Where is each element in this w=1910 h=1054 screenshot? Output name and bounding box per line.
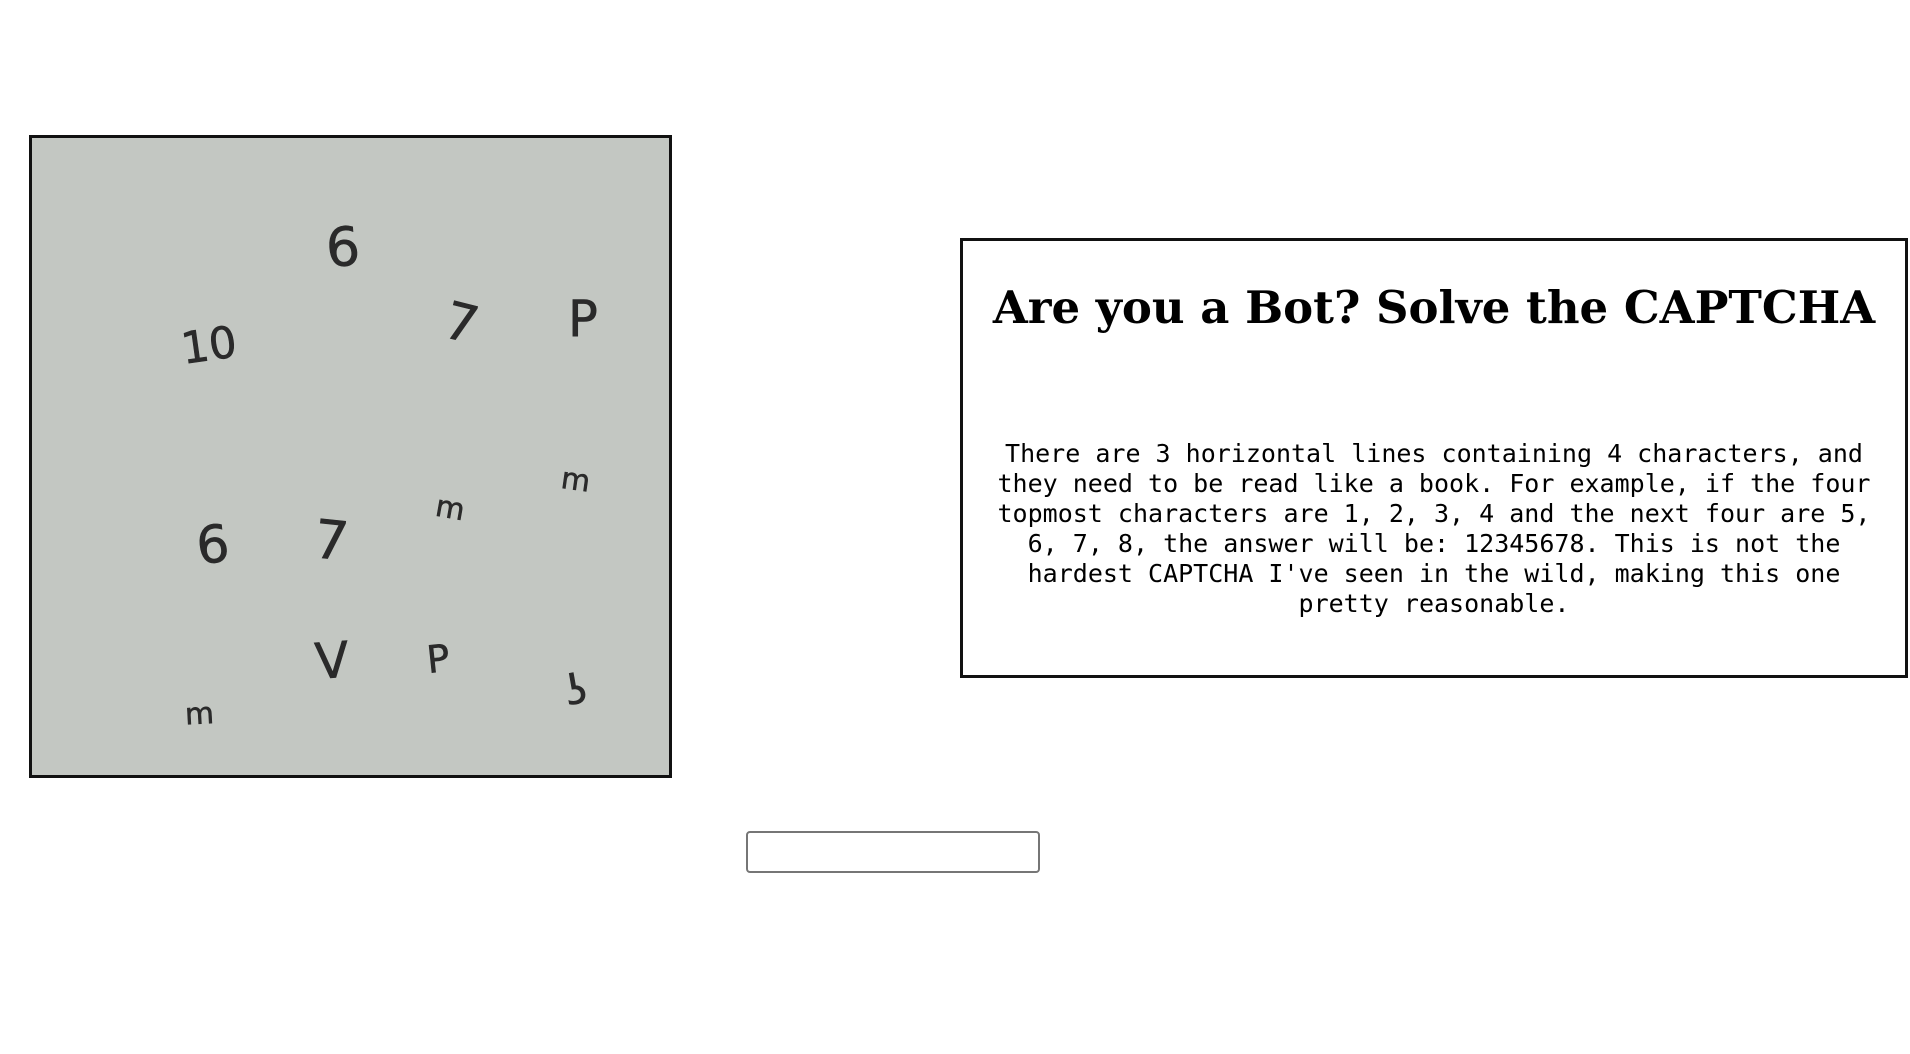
captcha-char: 10: [178, 318, 240, 375]
captcha-char: 6: [324, 215, 362, 280]
captcha-char: V: [313, 631, 351, 691]
captcha-char: m: [559, 461, 593, 500]
captcha-answer-input[interactable]: [746, 831, 1040, 873]
captcha-characters: 6 10 7 P m m 6 7 V P m ʖ: [178, 214, 598, 733]
captcha-char: 6: [194, 514, 233, 577]
panel-title: Are you a Bot? Solve the CAPTCHA: [992, 281, 1876, 334]
captcha-image: 6 10 7 P m m 6 7 V P m ʖ: [29, 135, 672, 778]
instructions-text: There are 3 horizontal lines containing …: [997, 439, 1871, 618]
captcha-char: 7: [311, 507, 351, 573]
captcha-char: m: [433, 489, 468, 528]
captcha-char: 7: [438, 291, 484, 357]
captcha-char: m: [184, 696, 215, 732]
captcha-char: P: [568, 290, 598, 348]
captcha-char: P: [425, 636, 452, 682]
captcha-char: ʖ: [561, 664, 590, 716]
captcha-info-panel: Are you a Bot? Solve the CAPTCHA There a…: [960, 238, 1908, 678]
